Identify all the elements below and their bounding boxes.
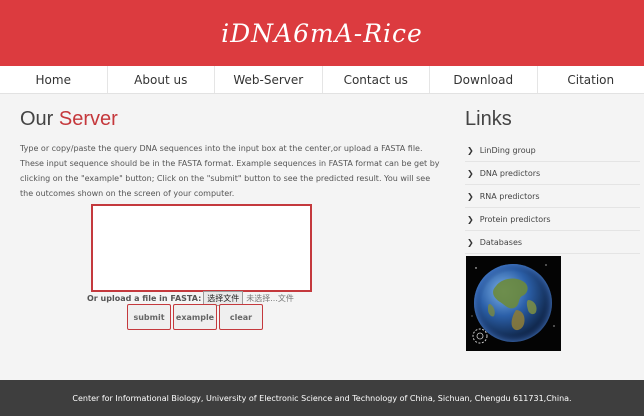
example-button[interactable]: example: [173, 304, 217, 330]
chevron-right-icon: ❯: [467, 168, 474, 178]
links-sidebar: Links ❯ LinDing group ❯ DNA predictors ❯ RN…: [465, 108, 640, 254]
link-protein-predictors[interactable]: ❯ Protein predictors: [465, 208, 640, 231]
clear-button[interactable]: clear: [219, 304, 263, 330]
submit-button[interactable]: submit: [127, 304, 171, 330]
chevron-right-icon: ❯: [467, 191, 474, 201]
links-title: Links: [465, 108, 512, 130]
nav-web-server[interactable]: Web-Server: [215, 66, 323, 93]
main-nav: Home About us Web-Server Contact us Down…: [0, 66, 644, 94]
nav-download[interactable]: Download: [430, 66, 538, 93]
nav-about-us[interactable]: About us: [108, 66, 215, 93]
globe-graphic: [466, 256, 561, 351]
link-databases[interactable]: ❯ Databases: [465, 231, 640, 254]
title-prefix: Our: [20, 108, 54, 130]
link-label: Protein predictors: [479, 214, 551, 224]
globe-icon[interactable]: [466, 256, 561, 351]
link-linding-group[interactable]: ❯ LinDing group: [465, 139, 640, 162]
upload-label: Or upload a file in FASTA:: [87, 294, 202, 303]
instructions-text: Type or copy/paste the query DNA sequenc…: [20, 144, 440, 198]
link-label: RNA predictors: [479, 191, 540, 201]
nav-citation[interactable]: Citation: [538, 66, 644, 93]
nav-home[interactable]: Home: [0, 66, 108, 93]
link-label: Databases: [479, 237, 523, 247]
sequence-input[interactable]: [91, 204, 312, 292]
link-rna-predictors[interactable]: ❯ RNA predictors: [465, 185, 640, 208]
site-footer: Center for Informational Biology, Univer…: [0, 380, 644, 416]
chevron-right-icon: ❯: [467, 214, 474, 224]
site-header: iDNA6mA-Rice: [0, 0, 644, 66]
nav-contact-us[interactable]: Contact us: [323, 66, 430, 93]
link-label: LinDing group: [479, 145, 536, 155]
title-accent: Server: [58, 108, 118, 130]
file-status: 未选择...文件: [246, 294, 294, 303]
site-logo[interactable]: iDNA6mA-Rice: [221, 19, 423, 48]
footer-text: Center for Informational Biology, Univer…: [72, 393, 572, 403]
server-section: Our Server Type or copy/paste the query …: [20, 108, 440, 201]
chevron-right-icon: ❯: [467, 145, 474, 155]
link-label: DNA predictors: [479, 168, 541, 178]
action-buttons: submit example clear: [127, 304, 263, 330]
chevron-right-icon: ❯: [467, 237, 474, 247]
page-title: Our Server: [20, 108, 440, 131]
link-dna-predictors[interactable]: ❯ DNA predictors: [465, 162, 640, 185]
